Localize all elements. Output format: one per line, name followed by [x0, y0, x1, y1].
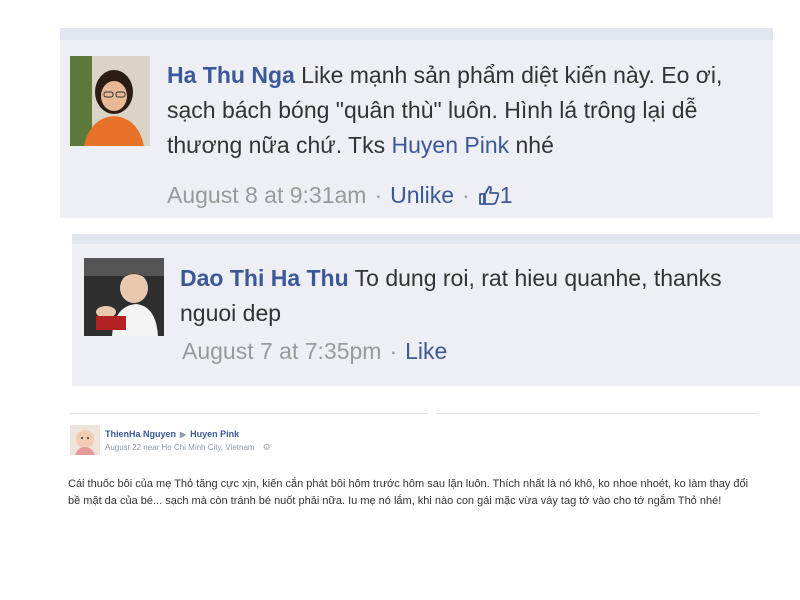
separator-dot: · — [389, 338, 398, 364]
post-target-link[interactable]: Huyen Pink — [190, 429, 239, 439]
avatar[interactable] — [70, 425, 100, 455]
comment-body: Ha Thu Nga Like mạnh sản phẩm diệt kiến … — [167, 58, 767, 163]
comment-text-end: nhé — [509, 132, 554, 158]
privacy-gear-icon[interactable]: ⚙ — [263, 442, 271, 453]
post-meta: August 22 near Ho Chi Minh City, Vietnam… — [105, 442, 271, 453]
comment-body: Dao Thi Ha Thu To dung roi, rat hieu qua… — [180, 261, 780, 331]
comment-meta: August 8 at 9:31am · Unlike · 1 — [167, 182, 513, 211]
baby-photo-icon — [70, 425, 100, 455]
mention-link[interactable]: Huyen Pink — [392, 132, 510, 158]
post-header: ThienHa Nguyen ▶ Huyen Pink — [105, 429, 239, 439]
user-photo-icon — [70, 56, 150, 146]
comment-author-link[interactable]: Ha Thu Nga — [167, 62, 295, 88]
comment-meta: August 7 at 7:35pm · Like — [182, 338, 447, 365]
comment-timestamp[interactable]: August 7 at 7:35pm — [182, 338, 381, 364]
post-author-link[interactable]: ThienHa Nguyen — [105, 429, 176, 439]
comment-author-link[interactable]: Dao Thi Ha Thu — [180, 265, 349, 291]
separator-dot: · — [374, 182, 383, 208]
like-count[interactable]: 1 — [500, 182, 513, 208]
avatar[interactable] — [70, 56, 150, 146]
unlike-button[interactable]: Unlike — [390, 182, 454, 208]
avatar[interactable] — [84, 258, 164, 336]
arrow-right-icon: ▶ — [180, 430, 187, 439]
post-body: Cái thuốc bôi của mẹ Thỏ tăng cực xịn, k… — [68, 478, 749, 507]
like-button[interactable]: Like — [405, 338, 447, 364]
separator-dot: · — [462, 182, 470, 208]
post-location[interactable]: August 22 near Ho Chi Minh City, Vietnam — [105, 443, 255, 452]
divider — [436, 413, 758, 414]
thumbs-up-icon[interactable] — [478, 184, 500, 211]
user-photo-icon — [84, 258, 164, 336]
divider — [70, 413, 428, 414]
comment-timestamp[interactable]: August 8 at 9:31am — [167, 182, 366, 208]
